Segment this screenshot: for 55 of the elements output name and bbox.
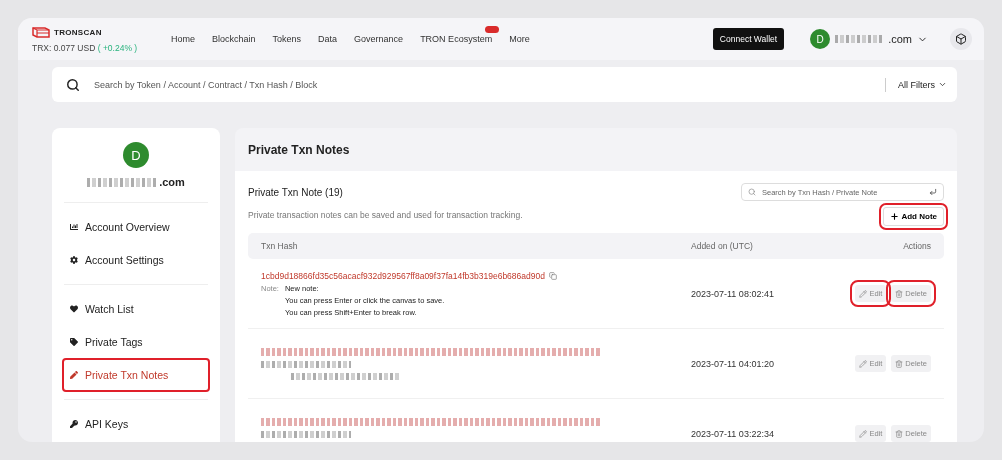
bar-chart-icon (70, 223, 78, 231)
cube-button[interactable] (950, 28, 972, 50)
nav-link[interactable]: Blockchain (212, 34, 256, 44)
pencil-icon (859, 289, 868, 298)
plus-icon (890, 212, 900, 221)
nav-link[interactable]: More (509, 34, 530, 44)
sidebar-item[interactable]: Private Txn Notes (64, 360, 208, 390)
profile-avatar: D (123, 142, 149, 168)
key-icon (70, 420, 78, 428)
gear-icon (70, 256, 78, 264)
nav-link[interactable]: Tokens (272, 34, 302, 44)
sidebar-item[interactable]: Watch List (64, 294, 208, 324)
trash-icon (895, 289, 904, 298)
page-title: Private Txn Notes (247, 142, 351, 159)
logo-text[interactable]: TRONSCAN (54, 27, 102, 37)
redacted-text (835, 35, 884, 43)
nav-link[interactable]: Home (171, 34, 195, 44)
sidebar-item[interactable]: Private Tags (64, 327, 208, 357)
chevron-down-icon (938, 80, 947, 89)
column-header: Txn Hash (261, 241, 299, 251)
added-date: 2023-07-11 03:22:34 (691, 428, 775, 439)
all-filters-dropdown[interactable]: All Filters (885, 77, 947, 92)
nav-link[interactable]: TRON Ecosystem (420, 34, 493, 44)
txn-hash-link[interactable]: 1cbd9d18866fd35c56acacf932d929567ff8a09f37fa14fb3b319e6b686ad90d (261, 270, 545, 281)
search-field[interactable]: Search by Token / Account / Contract / Txn Hash / Block All Filters (52, 67, 957, 102)
search-icon (66, 77, 80, 92)
trash-icon (895, 429, 904, 438)
column-header: Actions (902, 241, 931, 251)
search-icon (748, 188, 756, 196)
logo-icon (32, 25, 50, 39)
heart-icon (70, 305, 78, 313)
nav-link[interactable]: Governance (354, 34, 404, 44)
column-header: Added on (UTC) (691, 241, 754, 251)
profile-email: .com (159, 176, 185, 188)
redacted-text (87, 177, 158, 187)
enter-key-icon (929, 188, 937, 196)
connect-wallet-button[interactable]: Connect Wallet (712, 28, 785, 50)
added-date: 2023-07-11 04:01:20 (691, 358, 775, 369)
added-date: 2023-07-11 08:02:41 (691, 288, 775, 299)
trx-price: TRX: 0.077 USD ( +0.24% ) (32, 43, 139, 53)
cube-icon (955, 33, 967, 45)
copy-icon[interactable] (548, 271, 557, 280)
user-email[interactable]: .com (888, 33, 912, 45)
trash-icon (895, 359, 904, 368)
pen-icon (70, 371, 78, 379)
nav-link[interactable]: Data (318, 34, 338, 44)
section-title: Private Txn Note (19) (248, 187, 344, 198)
pencil-icon (859, 429, 868, 438)
sidebar-item[interactable]: Account Settings (64, 245, 208, 275)
sidebar-item[interactable]: Account Overview (64, 212, 208, 242)
pencil-icon (859, 359, 868, 368)
sidebar-item[interactable]: API Keys (64, 409, 208, 439)
tag-icon (70, 338, 78, 346)
section-description: Private transaction notes can be saved and used for transaction tracking. (248, 210, 523, 220)
user-avatar[interactable]: D (810, 29, 831, 49)
